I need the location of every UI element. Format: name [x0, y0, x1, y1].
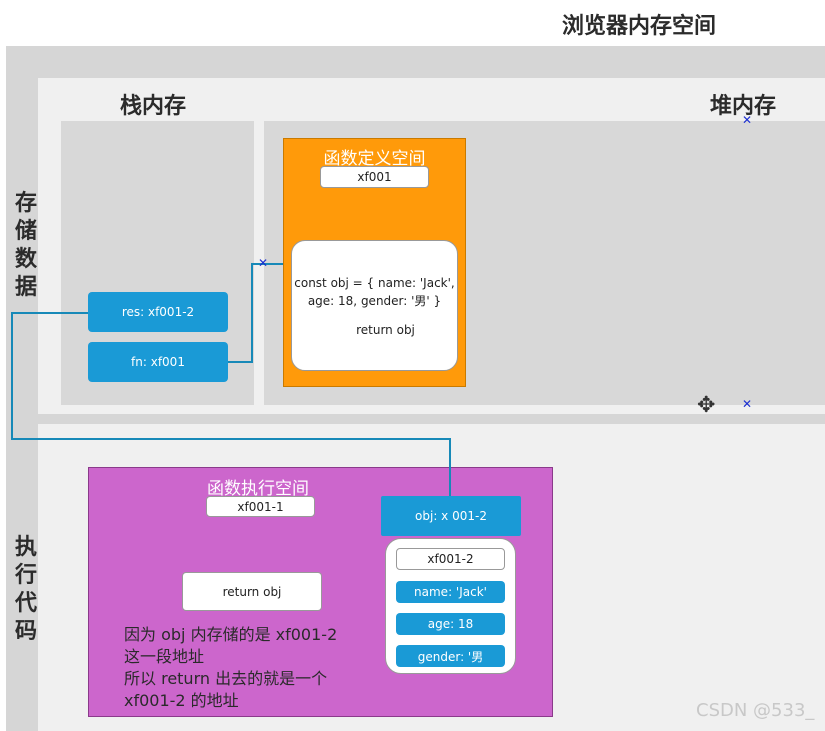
fn-to-function-connector — [228, 263, 283, 363]
res-to-obj-connector — [11, 312, 451, 496]
move-cursor-icon: ✥ — [697, 393, 716, 418]
connector-endpoint-marker: ✕ — [258, 256, 269, 270]
heap-corner-marker: ✕ — [742, 397, 753, 411]
watermark: CSDN @533_ — [696, 700, 815, 721]
connector-lines — [11, 263, 451, 496]
heap-corner-marker: ✕ — [742, 113, 753, 127]
